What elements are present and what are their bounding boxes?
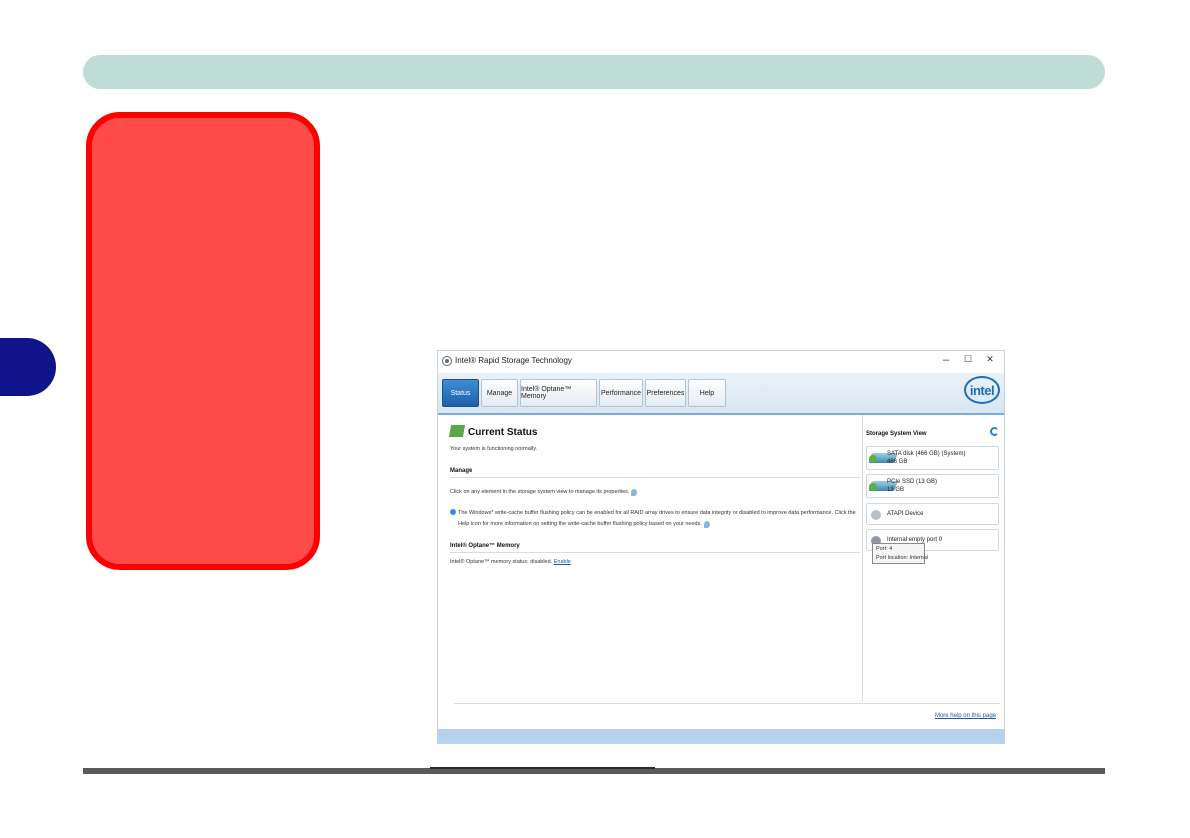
storage-system-view: Storage System View SATA disk (466 GB) (…: [866, 415, 1000, 701]
device-name: SATA disk (466 GB) (System): [887, 451, 966, 457]
policy-text-line2: Help icon for more information on settin…: [458, 521, 710, 528]
device-name: ATAPI Device: [887, 511, 924, 517]
tab-manage[interactable]: Manage: [481, 379, 518, 407]
tab-performance[interactable]: Performance: [599, 379, 643, 407]
help-icon[interactable]: [703, 521, 710, 528]
more-help-link[interactable]: More help on this page: [935, 713, 996, 719]
storage-view-title: Storage System View: [866, 431, 927, 437]
optane-heading: Intel® Optane™ Memory: [450, 543, 520, 549]
status-text: Your system is functioning normally.: [450, 446, 538, 452]
app-icon: [442, 356, 452, 366]
policy-text-line1: The Windows* write-cache buffer flushing…: [458, 510, 856, 516]
optane-divider: [450, 552, 860, 553]
status-pane: Current Status Your system is functionin…: [442, 415, 863, 701]
tab-ribbon: Status Manage Intel® Optane™ Memory Perf…: [438, 373, 1004, 415]
window-bottom-strip: [438, 729, 1004, 743]
device-size: 13 GB: [887, 487, 905, 493]
tab-preferences[interactable]: Preferences: [645, 379, 686, 407]
device-sata-disk[interactable]: SATA disk (466 GB) (System) 466 GB: [866, 446, 999, 470]
title-bar[interactable]: Intel® Rapid Storage Technology – ☐ ✕: [438, 351, 1004, 373]
tooltip-location: Port location: Internal: [876, 555, 928, 561]
content-area: Current Status Your system is functionin…: [442, 415, 1000, 741]
manage-divider: [450, 477, 860, 478]
refresh-icon[interactable]: [990, 427, 999, 436]
optane-status-text: Intel® Optane™ memory status: disabled.: [450, 559, 553, 565]
enable-optane-link[interactable]: Enable: [554, 559, 571, 565]
ok-check-icon: [869, 455, 877, 463]
footer-divider: [454, 703, 1000, 704]
close-button[interactable]: ✕: [982, 354, 998, 365]
tab-optane-memory[interactable]: Intel® Optane™ Memory: [520, 379, 597, 407]
page-header-bar: [83, 55, 1105, 89]
tab-help[interactable]: Help: [688, 379, 726, 407]
manage-instruction: Click on any element in the storage syst…: [450, 489, 638, 496]
tooltip-port: Port: 4: [876, 546, 893, 552]
device-size: 466 GB: [887, 459, 908, 465]
chapter-side-tab: [0, 338, 56, 396]
port-tooltip: Port: 4 Port location: Internal: [872, 543, 928, 564]
device-pcie-ssd[interactable]: PCIe SSD (13 GB) 13 GB: [866, 474, 999, 498]
device-atapi[interactable]: ATAPI Device: [866, 503, 999, 525]
maximize-button[interactable]: ☐: [960, 354, 976, 365]
manage-instruction-text: Click on any element in the storage syst…: [450, 489, 630, 495]
device-name: PCIe SSD (13 GB): [887, 479, 938, 485]
manage-heading: Manage: [450, 468, 473, 474]
help-icon[interactable]: [631, 489, 638, 496]
red-note-box: [86, 112, 320, 570]
optical-drive-icon: [871, 510, 881, 520]
info-icon: [450, 509, 456, 515]
intel-logo: intel: [964, 376, 1000, 404]
page-title: Current Status: [468, 427, 538, 438]
rst-window: Intel® Rapid Storage Technology – ☐ ✕ St…: [437, 350, 1005, 744]
ok-check-icon: [869, 483, 877, 491]
minimize-button[interactable]: –: [938, 354, 954, 366]
optane-status: Intel® Optane™ memory status: disabled. …: [450, 559, 571, 565]
tab-status[interactable]: Status: [442, 379, 479, 407]
policy-text-line2-text: Help icon for more information on settin…: [458, 521, 702, 527]
page-footer-rule-accent: [430, 767, 655, 769]
status-ok-icon: [448, 425, 466, 437]
window-title: Intel® Rapid Storage Technology: [455, 356, 572, 365]
